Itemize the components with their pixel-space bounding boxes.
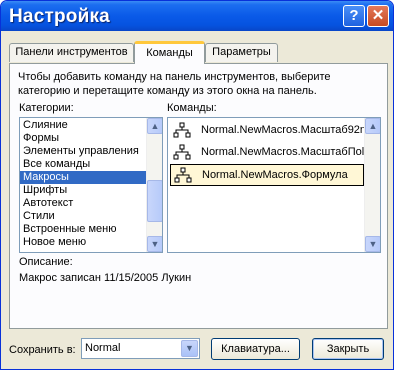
macro-icon xyxy=(173,144,191,160)
intro-line-2: категорию и перетащите команду из этого … xyxy=(18,85,317,97)
category-item-selected[interactable]: Макросы xyxy=(20,171,162,184)
save-in-value: Normal xyxy=(85,342,121,354)
scroll-up-icon[interactable]: ▲ xyxy=(147,118,162,134)
commands-label: Команды: xyxy=(167,102,217,114)
scroll-up-icon[interactable]: ▲ xyxy=(365,118,380,134)
category-item[interactable]: Автотекст xyxy=(20,197,162,210)
category-item[interactable]: Все команды xyxy=(20,158,162,171)
category-item[interactable]: Слияние xyxy=(20,119,162,132)
save-in-label: Сохранить в: xyxy=(9,344,76,356)
window-title: Настройка xyxy=(9,6,110,27)
category-item[interactable]: Элементы управления xyxy=(20,145,162,158)
category-item[interactable]: Шрифты xyxy=(20,184,162,197)
scroll-down-icon[interactable]: ▼ xyxy=(365,236,380,252)
command-label: Normal.NewMacros.Масштаб92n xyxy=(201,124,364,136)
macro-icon xyxy=(174,167,192,183)
command-item-selected[interactable]: Normal.NewMacros.Формула xyxy=(170,164,364,186)
categories-list[interactable]: Слияние Формы Элементы управления Все ко… xyxy=(19,117,163,253)
chevron-down-icon[interactable]: ▼ xyxy=(181,340,198,357)
save-in-select[interactable]: Normal ▼ xyxy=(81,338,200,359)
tab-toolbars[interactable]: Панели инструментов xyxy=(9,43,134,62)
close-button[interactable]: Закрыть xyxy=(312,338,384,360)
customize-dialog: Настройка ? ✕ Панели инструментов Команд… xyxy=(0,0,394,370)
commands-list[interactable]: Normal.NewMacros.Масштаб92n Normal.NewMa… xyxy=(167,117,381,253)
tab-commands[interactable]: Команды xyxy=(134,41,205,64)
commands-scrollbar[interactable]: ▲ ▼ xyxy=(364,118,380,252)
intro-text: Чтобы добавить команду на панель инструм… xyxy=(18,70,378,98)
scroll-down-icon[interactable]: ▼ xyxy=(147,236,162,252)
close-window-button[interactable]: ✕ xyxy=(367,5,389,27)
scroll-thumb[interactable] xyxy=(147,180,162,222)
category-item[interactable]: Формы xyxy=(20,132,162,145)
description-label: Описание: xyxy=(19,256,73,268)
category-item[interactable]: Новое меню xyxy=(20,236,162,249)
command-item[interactable]: Normal.NewMacros.Масштаб92n xyxy=(170,120,364,142)
category-item[interactable]: Встроенные меню xyxy=(20,223,162,236)
help-button[interactable]: ? xyxy=(343,5,365,27)
categories-scrollbar[interactable]: ▲ ▼ xyxy=(146,118,162,252)
description-text: Макрос записан 11/15/2005 Лукин xyxy=(19,272,192,284)
title-bar[interactable]: Настройка ? ✕ xyxy=(1,1,393,31)
category-item[interactable]: Стили xyxy=(20,210,162,223)
command-item[interactable]: Normal.NewMacros.МасштабПоl xyxy=(170,142,364,164)
command-label: Normal.NewMacros.МасштабПоl xyxy=(201,146,364,158)
command-label: Normal.NewMacros.Формула xyxy=(202,169,348,181)
tab-options[interactable]: Параметры xyxy=(205,43,278,62)
intro-line-1: Чтобы добавить команду на панель инструм… xyxy=(18,71,331,83)
macro-icon xyxy=(173,122,191,138)
commands-tab-panel: Чтобы добавить команду на панель инструм… xyxy=(9,63,388,329)
categories-label: Категории: xyxy=(19,102,74,114)
keyboard-button[interactable]: Клавиатура... xyxy=(211,338,300,360)
